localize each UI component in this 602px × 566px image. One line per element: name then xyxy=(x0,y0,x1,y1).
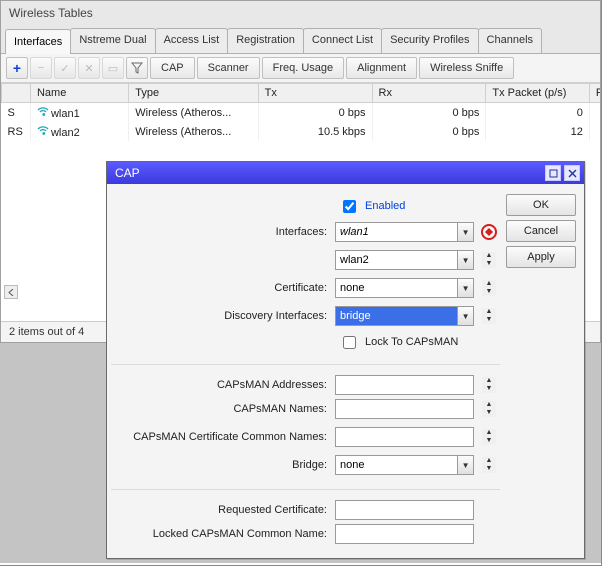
certificate-spin[interactable]: ▲▼ xyxy=(482,280,496,296)
col-r[interactable]: R xyxy=(589,84,600,103)
interfaces-field-1[interactable] xyxy=(335,222,458,242)
cap-dialog: CAP Enabled Interfaces: xyxy=(106,161,585,559)
bridge-field[interactable] xyxy=(335,455,458,475)
interfaces-dd-1[interactable]: ▼ xyxy=(458,222,474,242)
row-name: wlan1 xyxy=(30,103,128,123)
scanner-button[interactable]: Scanner xyxy=(197,57,260,79)
discovery-spin[interactable]: ▲▼ xyxy=(482,308,496,324)
interfaces-label: Interfaces: xyxy=(111,226,331,238)
wireless-sniffer-button[interactable]: Wireless Sniffe xyxy=(419,57,514,79)
ok-button[interactable]: OK xyxy=(506,194,576,216)
freq-usage-button[interactable]: Freq. Usage xyxy=(262,57,345,79)
close-icon xyxy=(568,169,577,178)
interfaces-dd-2[interactable]: ▼ xyxy=(458,250,474,270)
col-rx[interactable]: Rx xyxy=(372,84,486,103)
enable-button[interactable]: ✓ xyxy=(54,57,76,79)
row-flags: RS xyxy=(2,122,31,141)
dialog-close-button[interactable] xyxy=(564,165,580,181)
capsman-names-field[interactable] xyxy=(335,399,474,419)
tab-connect-list[interactable]: Connect List xyxy=(303,28,382,53)
disable-button[interactable]: ✕ xyxy=(78,57,100,79)
row-rx: 0 bps xyxy=(372,103,486,123)
scroll-left-button[interactable] xyxy=(4,285,18,299)
discovery-dd[interactable]: ▼ xyxy=(458,306,474,326)
tab-interfaces[interactable]: Interfaces xyxy=(5,29,71,54)
capsman-names-label: CAPsMAN Names: xyxy=(111,403,331,415)
cap-button[interactable]: CAP xyxy=(150,57,195,79)
names-spin[interactable]: ▲▼ xyxy=(482,401,496,417)
col-name[interactable]: Name xyxy=(30,84,128,103)
remove-button[interactable]: − xyxy=(30,57,52,79)
addresses-spin[interactable]: ▲▼ xyxy=(482,377,496,393)
cancel-button[interactable]: Cancel xyxy=(506,220,576,242)
table-row[interactable]: RS wlan2 Wireless (Atheros... 10.5 kbps … xyxy=(2,122,601,141)
locked-common-name-label: Locked CAPsMAN Common Name: xyxy=(111,528,331,540)
locked-common-name-field[interactable] xyxy=(335,524,474,544)
comment-button[interactable]: ▭ xyxy=(102,57,124,79)
certificate-label: Certificate: xyxy=(111,282,331,294)
tab-access-list[interactable]: Access List xyxy=(155,28,229,53)
cap-dialog-title: CAP xyxy=(115,166,140,180)
certificate-field[interactable] xyxy=(335,278,458,298)
tabstrip: Interfaces Nstreme Dual Access List Regi… xyxy=(1,25,600,54)
tab-channels[interactable]: Channels xyxy=(478,28,542,53)
capsman-ccn-field[interactable] xyxy=(335,427,474,447)
apply-button[interactable]: Apply xyxy=(506,246,576,268)
ccn-spin[interactable]: ▲▼ xyxy=(482,429,496,445)
col-tx[interactable]: Tx xyxy=(258,84,372,103)
col-type[interactable]: Type xyxy=(129,84,258,103)
alignment-button[interactable]: Alignment xyxy=(346,57,417,79)
capsman-addresses-label: CAPsMAN Addresses: xyxy=(111,379,331,391)
chevron-left-icon xyxy=(8,289,15,296)
row-name: wlan2 xyxy=(30,122,128,141)
tab-security-profiles[interactable]: Security Profiles xyxy=(381,28,478,53)
col-txp[interactable]: Tx Packet (p/s) xyxy=(486,84,590,103)
capsman-addresses-field[interactable] xyxy=(335,375,474,395)
wireless-icon xyxy=(37,124,49,136)
row-flags: S xyxy=(2,103,31,123)
row-rx: 0 bps xyxy=(372,122,486,141)
row-tx: 10.5 kbps xyxy=(258,122,372,141)
certificate-dd[interactable]: ▼ xyxy=(458,278,474,298)
requested-certificate-label: Requested Certificate: xyxy=(111,504,331,516)
col-flags[interactable] xyxy=(2,84,31,103)
filter-button[interactable] xyxy=(126,57,148,79)
row-type: Wireless (Atheros... xyxy=(129,103,258,123)
bridge-spin[interactable]: ▲▼ xyxy=(482,457,496,473)
add-button[interactable]: + xyxy=(6,57,28,79)
funnel-icon xyxy=(131,62,143,74)
row-type: Wireless (Atheros... xyxy=(129,122,258,141)
row-txp: 0 xyxy=(486,103,590,123)
table-row[interactable]: S wlan1 Wireless (Atheros... 0 bps 0 bps… xyxy=(2,103,601,123)
diamond-icon xyxy=(485,228,493,236)
row-txp: 12 xyxy=(486,122,590,141)
enabled-label: Enabled xyxy=(365,200,405,212)
bridge-label: Bridge: xyxy=(111,459,331,471)
lock-to-capsman-checkbox[interactable] xyxy=(343,336,356,349)
capsman-ccn-label: CAPsMAN Certificate Common Names: xyxy=(111,431,331,443)
row-tx: 0 bps xyxy=(258,103,372,123)
restore-icon xyxy=(549,169,558,178)
error-indicator-icon[interactable] xyxy=(481,224,497,240)
window-title: Wireless Tables xyxy=(1,1,600,25)
enabled-checkbox[interactable] xyxy=(343,200,356,213)
tab-nstreme-dual[interactable]: Nstreme Dual xyxy=(70,28,155,53)
interfaces-field-2[interactable] xyxy=(335,250,458,270)
discovery-interfaces-field[interactable] xyxy=(335,306,458,326)
bridge-dd[interactable]: ▼ xyxy=(458,455,474,475)
tab-registration[interactable]: Registration xyxy=(227,28,304,53)
toolbar: + − ✓ ✕ ▭ CAP Scanner Freq. Usage Alignm… xyxy=(1,54,600,83)
discovery-interfaces-label: Discovery Interfaces: xyxy=(111,310,331,322)
wireless-icon xyxy=(37,105,49,117)
requested-certificate-field[interactable] xyxy=(335,500,474,520)
dialog-restore-button[interactable] xyxy=(545,165,561,181)
cap-title-bar[interactable]: CAP xyxy=(107,162,584,184)
interfaces-spin[interactable]: ▲▼ xyxy=(482,252,496,268)
lock-to-capsman-label: Lock To CAPsMAN xyxy=(365,336,458,348)
